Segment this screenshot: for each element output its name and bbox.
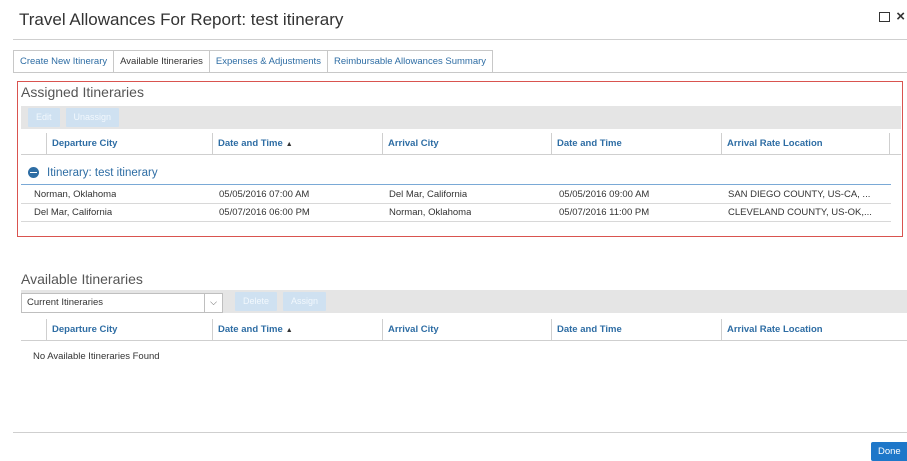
- itinerary-filter-select[interactable]: Current Itineraries ⌵: [21, 292, 223, 313]
- footer-divider: [13, 432, 907, 433]
- cell-arrival-date: 05/05/2016 09:00 AM: [559, 189, 650, 200]
- table-row[interactable]: Norman, Oklahoma 05/05/2016 07:00 AM Del…: [21, 187, 891, 204]
- empty-state-message: No Available Itineraries Found: [33, 351, 160, 362]
- cell-arrival-date: 05/07/2016 11:00 PM: [559, 207, 650, 218]
- close-icon[interactable]: ×: [896, 9, 905, 24]
- window-controls: ×: [879, 9, 905, 24]
- cell-departure-date: 05/07/2016 06:00 PM: [219, 207, 310, 218]
- chevron-down-icon[interactable]: ⌵: [204, 293, 222, 312]
- column-header-departure-city[interactable]: Departure City: [46, 319, 212, 340]
- delete-button[interactable]: Delete: [235, 292, 278, 311]
- table-row[interactable]: Del Mar, California 05/07/2016 06:00 PM …: [21, 205, 891, 222]
- column-header-departure-city[interactable]: Departure City: [46, 133, 212, 154]
- assign-button[interactable]: Assign: [283, 292, 327, 311]
- itinerary-group-row[interactable]: Itinerary: test itinerary: [21, 161, 891, 185]
- unassign-button[interactable]: Unassign: [65, 108, 120, 127]
- cell-departure-city: Norman, Oklahoma: [34, 189, 117, 200]
- column-header-arrival-rate-location[interactable]: Arrival Rate Location: [721, 133, 890, 154]
- cell-departure-date: 05/05/2016 07:00 AM: [219, 189, 310, 200]
- column-header-arrival-city[interactable]: Arrival City: [382, 319, 551, 340]
- edit-button[interactable]: Edit: [28, 108, 60, 127]
- cell-arrival-city: Norman, Oklahoma: [389, 207, 472, 218]
- column-header-arrival-rate-location[interactable]: Arrival Rate Location: [721, 319, 907, 340]
- tab-expenses-adjustments[interactable]: Expenses & Adjustments: [208, 50, 327, 73]
- dialog-title: Travel Allowances For Report: test itine…: [19, 10, 344, 29]
- column-header-arrival-date[interactable]: Date and Time: [551, 133, 721, 154]
- itinerary-group-label: Itinerary: test itinerary: [47, 166, 158, 179]
- assigned-itineraries-title: Assigned Itineraries: [21, 84, 144, 100]
- column-header-arrival-city[interactable]: Arrival City: [382, 133, 551, 154]
- itinerary-filter-value: Current Itineraries: [27, 296, 104, 308]
- title-divider: [13, 39, 907, 40]
- sort-ascending-icon: ▲: [285, 327, 293, 334]
- cell-arrival-city: Del Mar, California: [389, 189, 468, 200]
- assigned-toolbar: Edit Unassign: [21, 106, 901, 129]
- cell-arrival-rate-location: SAN DIEGO COUNTY, US-CA, ...: [728, 189, 871, 200]
- cell-arrival-rate-location: CLEVELAND COUNTY, US-OK,...: [728, 207, 872, 218]
- available-table-header: Departure City Date and Time ▲ Arrival Ci…: [21, 319, 907, 341]
- tab-bar: Create New Itinerary Available Itinerari…: [13, 50, 494, 73]
- done-button[interactable]: Done: [871, 442, 907, 461]
- column-header-departure-date[interactable]: Date and Time ▲: [212, 319, 382, 340]
- column-header-departure-date[interactable]: Date and Time ▲: [212, 133, 382, 154]
- tab-reimbursable-allowances-summary[interactable]: Reimbursable Allowances Summary: [326, 50, 494, 73]
- tab-available-itineraries[interactable]: Available Itineraries: [113, 50, 209, 73]
- tab-create-new-itinerary[interactable]: Create New Itinerary: [13, 50, 114, 73]
- available-toolbar: Current Itineraries ⌵ Delete Assign: [21, 290, 907, 313]
- sort-ascending-icon: ▲: [285, 141, 293, 148]
- column-header-arrival-date[interactable]: Date and Time: [551, 319, 721, 340]
- available-itineraries-title: Available Itineraries: [21, 271, 143, 287]
- tab-divider: [13, 72, 907, 73]
- assigned-table-header: Departure City Date and Time ▲ Arrival Ci…: [21, 133, 901, 155]
- collapse-minus-icon[interactable]: [28, 167, 39, 178]
- maximize-icon[interactable]: [879, 12, 891, 22]
- cell-departure-city: Del Mar, California: [34, 207, 113, 218]
